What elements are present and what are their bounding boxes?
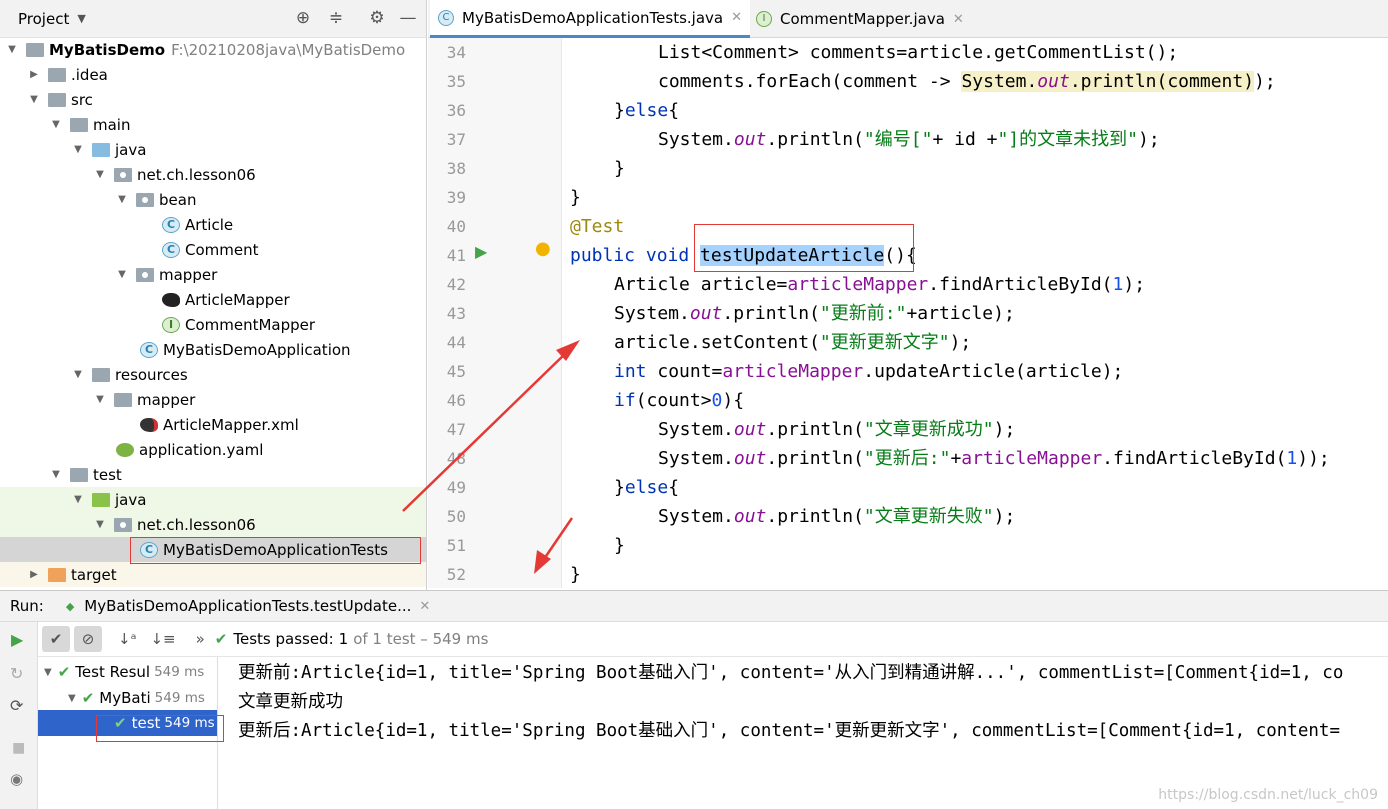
watermark: https://blog.csdn.net/luck_ch09 [1158, 787, 1378, 803]
annotation-arrows [402, 340, 580, 574]
arrow-icon [402, 340, 580, 574]
